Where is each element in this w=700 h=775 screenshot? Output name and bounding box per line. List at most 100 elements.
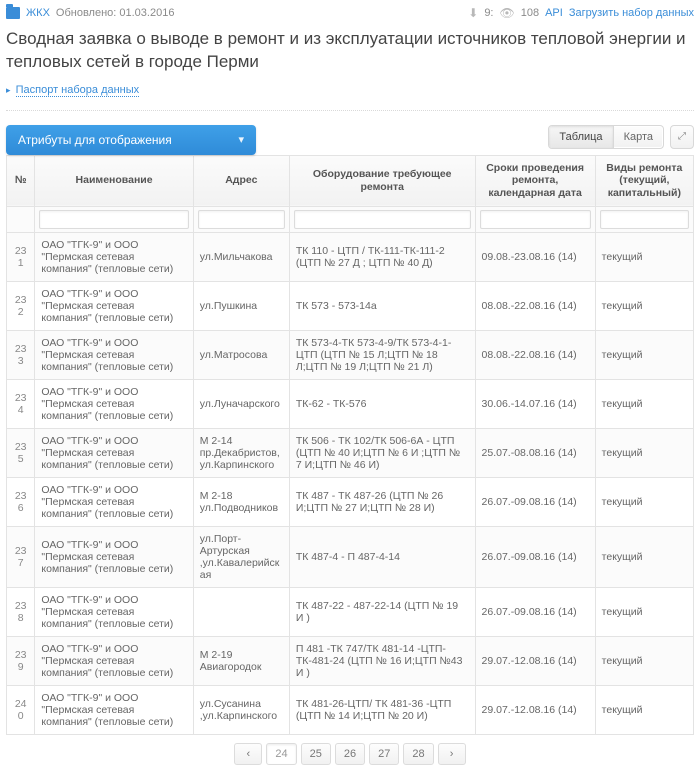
attributes-dropdown[interactable]: Атрибуты для отображения ▾: [6, 125, 256, 155]
api-link[interactable]: API: [545, 7, 563, 19]
cell-equip: П 481 -ТК 747/ТК 481-14 -ЦТП-ТК-481-24 (…: [289, 636, 475, 685]
cell-name: ОАО "ТГК-9" и ООО "Пермская сетевая комп…: [35, 281, 193, 330]
pager-page[interactable]: 27: [369, 743, 399, 765]
table-row[interactable]: 232ОАО "ТГК-9" и ООО "Пермская сетевая к…: [7, 281, 694, 330]
updated-label: Обновлено: 01.03.2016: [56, 7, 175, 19]
pager-page[interactable]: 25: [301, 743, 331, 765]
eye-icon: 👁: [500, 6, 515, 20]
cell-type: текущий: [595, 636, 693, 685]
pager-next[interactable]: ›: [438, 743, 466, 765]
pager-prev[interactable]: ‹: [234, 743, 262, 765]
table-row[interactable]: 231ОАО "ТГК-9" и ООО "Пермская сетевая к…: [7, 232, 694, 281]
cell-type: текущий: [595, 526, 693, 587]
cell-name: ОАО "ТГК-9" и ООО "Пермская сетевая комп…: [35, 379, 193, 428]
cell-name: ОАО "ТГК-9" и ООО "Пермская сетевая комп…: [35, 232, 193, 281]
cell-address: М 2-18 ул.Подводников: [193, 477, 289, 526]
passport-row: ▸ Паспорт набора данных: [6, 84, 694, 111]
passport-link[interactable]: Паспорт набора данных: [16, 84, 140, 97]
col-type[interactable]: Виды ремонта (текущий, капитальный): [595, 155, 693, 206]
view-map-button[interactable]: Карта: [613, 126, 663, 148]
cell-equip: ТК 481-26-ЦТП/ ТК 481-36 -ЦТП (ЦТП № 14 …: [289, 685, 475, 734]
table-row[interactable]: 236ОАО "ТГК-9" и ООО "Пермская сетевая к…: [7, 477, 694, 526]
cell-name: ОАО "ТГК-9" и ООО "Пермская сетевая комп…: [35, 330, 193, 379]
pager-page[interactable]: 24: [266, 743, 296, 765]
cell-num: 236: [7, 477, 35, 526]
cell-type: текущий: [595, 281, 693, 330]
cell-address: ул.Мильчакова: [193, 232, 289, 281]
cell-num: 231: [7, 232, 35, 281]
download-dataset-link[interactable]: Загрузить набор данных: [569, 7, 694, 19]
chevron-right-icon: ▸: [6, 85, 11, 95]
expand-icon: ⤢: [678, 131, 686, 142]
cell-num: 238: [7, 587, 35, 636]
category-link[interactable]: ЖКХ: [26, 7, 50, 19]
cell-name: ОАО "ТГК-9" и ООО "Пермская сетевая комп…: [35, 526, 193, 587]
table-body: 231ОАО "ТГК-9" и ООО "Пермская сетевая к…: [7, 232, 694, 734]
table-row[interactable]: 234ОАО "ТГК-9" и ООО "Пермская сетевая к…: [7, 379, 694, 428]
cell-dates: 09.08.-23.08.16 (14): [475, 232, 595, 281]
cell-type: текущий: [595, 477, 693, 526]
table-row[interactable]: 238ОАО "ТГК-9" и ООО "Пермская сетевая к…: [7, 587, 694, 636]
cell-address: [193, 587, 289, 636]
cell-address: ул.Луначарского: [193, 379, 289, 428]
cell-type: текущий: [595, 428, 693, 477]
cell-dates: 29.07.-12.08.16 (14): [475, 636, 595, 685]
cell-num: 232: [7, 281, 35, 330]
cell-num: 237: [7, 526, 35, 587]
cell-dates: 26.07.-09.08.16 (14): [475, 587, 595, 636]
cell-type: текущий: [595, 379, 693, 428]
cell-dates: 26.07.-09.08.16 (14): [475, 477, 595, 526]
pager-page[interactable]: 28: [403, 743, 433, 765]
col-dates[interactable]: Сроки проведения ремонта, календарная да…: [475, 155, 595, 206]
cell-type: текущий: [595, 232, 693, 281]
table-row[interactable]: 235ОАО "ТГК-9" и ООО "Пермская сетевая к…: [7, 428, 694, 477]
filter-name[interactable]: [39, 210, 188, 229]
cell-name: ОАО "ТГК-9" и ООО "Пермская сетевая комп…: [35, 428, 193, 477]
cell-type: текущий: [595, 587, 693, 636]
cell-address: ул.Сусанина ,ул.Карпинского: [193, 685, 289, 734]
filter-type[interactable]: [600, 210, 689, 229]
cell-address: М 2-19 Авиагородок: [193, 636, 289, 685]
cell-type: текущий: [595, 330, 693, 379]
col-address[interactable]: Адрес: [193, 155, 289, 206]
cell-name: ОАО "ТГК-9" и ООО "Пермская сетевая комп…: [35, 636, 193, 685]
attributes-label: Атрибуты для отображения: [18, 133, 172, 147]
pager-page[interactable]: 26: [335, 743, 365, 765]
view-toggle: Таблица Карта: [548, 125, 664, 149]
table-row[interactable]: 239ОАО "ТГК-9" и ООО "Пермская сетевая к…: [7, 636, 694, 685]
table-row[interactable]: 240ОАО "ТГК-9" и ООО "Пермская сетевая к…: [7, 685, 694, 734]
filter-equip[interactable]: [294, 210, 471, 229]
table-row[interactable]: 237ОАО "ТГК-9" и ООО "Пермская сетевая к…: [7, 526, 694, 587]
chevron-down-icon: ▾: [238, 133, 244, 146]
col-equip[interactable]: Оборудование требующее ремонта: [289, 155, 475, 206]
cell-equip: ТК 110 - ЦТП / ТК-111-ТК-111-2 (ЦТП № 27…: [289, 232, 475, 281]
cell-address: ул.Пушкина: [193, 281, 289, 330]
dataset-meta-row: ЖКХ Обновлено: 01.03.2016 ⬇ 9: 👁 108 API…: [6, 4, 694, 24]
filter-address[interactable]: [198, 210, 285, 229]
cell-type: текущий: [595, 685, 693, 734]
data-table: № Наименование Адрес Оборудование требую…: [6, 155, 694, 735]
download-icon: ⬇: [468, 6, 478, 20]
table-row[interactable]: 233ОАО "ТГК-9" и ООО "Пермская сетевая к…: [7, 330, 694, 379]
cell-address: ул.Порт-Артурская ,ул.Кавалерийская: [193, 526, 289, 587]
cell-address: ул.Матросова: [193, 330, 289, 379]
cell-name: ОАО "ТГК-9" и ООО "Пермская сетевая комп…: [35, 477, 193, 526]
views-count: 108: [521, 7, 539, 19]
col-num[interactable]: №: [7, 155, 35, 206]
pager: ‹ 2425262728 ›: [6, 743, 694, 765]
expand-button[interactable]: ⤢: [670, 125, 694, 149]
cell-dates: 26.07.-09.08.16 (14): [475, 526, 595, 587]
cell-address: М 2-14 пр.Декабристов, ул.Карпинского: [193, 428, 289, 477]
cell-equip: ТК 487 - ТК 487-26 (ЦТП № 26 И;ЦТП № 27 …: [289, 477, 475, 526]
cell-equip: ТК 506 - ТК 102/ТК 506-6А - ЦТП (ЦТП № 4…: [289, 428, 475, 477]
cell-name: ОАО "ТГК-9" и ООО "Пермская сетевая комп…: [35, 587, 193, 636]
col-name[interactable]: Наименование: [35, 155, 193, 206]
cell-dates: 29.07.-12.08.16 (14): [475, 685, 595, 734]
cell-equip: ТК 487-4 - П 487-4-14: [289, 526, 475, 587]
cell-num: 235: [7, 428, 35, 477]
view-table-button[interactable]: Таблица: [549, 126, 612, 148]
cell-equip: ТК-62 - ТК-576: [289, 379, 475, 428]
cell-dates: 08.08.-22.08.16 (14): [475, 330, 595, 379]
filter-row: [7, 206, 694, 232]
filter-dates[interactable]: [480, 210, 591, 229]
